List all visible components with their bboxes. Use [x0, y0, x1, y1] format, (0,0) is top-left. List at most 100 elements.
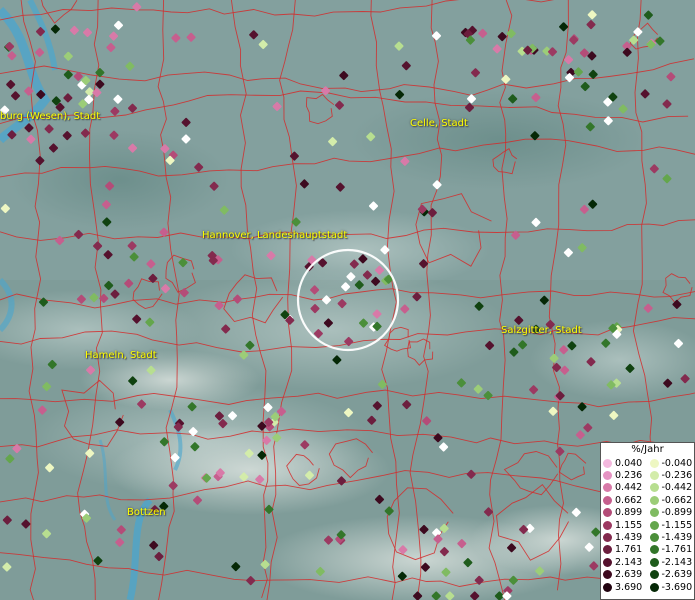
measurement-point[interactable]: [456, 378, 466, 388]
measurement-point[interactable]: [264, 504, 274, 514]
measurement-point[interactable]: [45, 463, 55, 473]
measurement-point[interactable]: [50, 24, 60, 34]
measurement-point[interactable]: [530, 131, 540, 141]
measurement-point[interactable]: [63, 93, 73, 103]
measurement-point[interactable]: [115, 537, 125, 547]
measurement-point[interactable]: [127, 103, 138, 113]
measurement-point[interactable]: [483, 390, 493, 401]
measurement-point[interactable]: [35, 156, 45, 166]
measurement-point[interactable]: [272, 101, 282, 112]
measurement-point[interactable]: [511, 230, 521, 240]
measurement-point[interactable]: [413, 591, 423, 600]
measurement-point[interactable]: [474, 575, 484, 585]
measurement-point[interactable]: [12, 444, 22, 454]
measurement-point[interactable]: [575, 430, 585, 440]
measurement-point[interactable]: [106, 42, 116, 53]
measurement-point[interactable]: [573, 67, 583, 77]
measurement-point[interactable]: [260, 559, 270, 570]
measurement-point[interactable]: [622, 47, 632, 57]
measurement-point[interactable]: [663, 378, 673, 388]
measurement-point[interactable]: [0, 203, 10, 214]
measurement-point[interactable]: [36, 89, 46, 100]
measurement-point[interactable]: [95, 79, 105, 89]
measurement-point[interactable]: [63, 51, 73, 61]
measurement-point[interactable]: [2, 562, 12, 572]
measurement-point[interactable]: [569, 35, 579, 45]
measurement-point[interactable]: [178, 258, 188, 268]
measurement-point[interactable]: [518, 340, 528, 350]
measurement-point[interactable]: [24, 123, 34, 133]
measurement-point[interactable]: [366, 132, 376, 142]
measurement-point[interactable]: [47, 359, 57, 370]
measurement-point[interactable]: [419, 524, 429, 535]
measurement-point[interactable]: [113, 20, 124, 30]
measurement-point[interactable]: [343, 408, 354, 418]
measurement-point[interactable]: [128, 143, 138, 153]
measurement-point[interactable]: [146, 365, 156, 375]
measurement-point[interactable]: [577, 243, 587, 253]
measurement-point[interactable]: [99, 293, 109, 303]
measurement-point[interactable]: [110, 106, 120, 116]
measurement-point[interactable]: [367, 415, 377, 425]
measurement-point[interactable]: [160, 144, 170, 154]
measurement-point[interactable]: [559, 345, 569, 355]
measurement-point[interactable]: [323, 535, 334, 545]
measurement-point[interactable]: [358, 318, 369, 328]
measurement-point[interactable]: [577, 402, 587, 412]
measurement-point[interactable]: [148, 273, 158, 283]
measurement-point[interactable]: [549, 353, 559, 363]
measurement-point[interactable]: [5, 41, 15, 52]
measurement-point[interactable]: [137, 399, 147, 409]
measurement-point[interactable]: [368, 201, 379, 211]
measurement-point[interactable]: [128, 376, 138, 386]
measurement-point[interactable]: [625, 363, 635, 373]
measurement-point[interactable]: [231, 562, 241, 572]
measurement-point[interactable]: [400, 156, 410, 166]
measurement-point[interactable]: [398, 545, 408, 555]
measurement-point[interactable]: [124, 278, 134, 288]
measurement-point[interactable]: [38, 297, 49, 307]
measurement-point[interactable]: [63, 70, 73, 80]
measurement-point[interactable]: [74, 229, 84, 240]
measurement-point[interactable]: [188, 427, 198, 437]
measurement-point[interactable]: [643, 303, 653, 313]
measurement-point[interactable]: [7, 51, 17, 61]
measurement-point[interactable]: [300, 440, 310, 450]
measurement-point[interactable]: [672, 299, 682, 309]
measurement-point[interactable]: [116, 525, 126, 535]
measurement-point[interactable]: [266, 251, 276, 261]
measurement-point[interactable]: [588, 199, 598, 209]
measurement-point[interactable]: [181, 134, 191, 144]
measurement-point[interactable]: [170, 453, 180, 463]
measurement-point[interactable]: [662, 174, 672, 184]
measurement-point[interactable]: [441, 567, 451, 577]
measurement-point[interactable]: [89, 293, 99, 303]
measurement-point[interactable]: [508, 575, 518, 585]
measurement-point[interactable]: [552, 362, 562, 373]
measurement-point[interactable]: [179, 288, 189, 298]
measurement-point[interactable]: [427, 208, 437, 218]
measurement-point[interactable]: [187, 402, 197, 412]
measurement-point[interactable]: [337, 299, 347, 309]
measurement-point[interactable]: [457, 539, 467, 549]
measurement-point[interactable]: [289, 151, 299, 161]
measurement-point[interactable]: [584, 542, 594, 552]
measurement-point[interactable]: [104, 280, 114, 291]
measurement-point[interactable]: [680, 374, 690, 384]
measurement-point[interactable]: [315, 566, 325, 577]
measurement-point[interactable]: [95, 68, 105, 78]
measurement-point[interactable]: [6, 79, 16, 90]
measurement-point[interactable]: [473, 384, 483, 394]
measurement-point[interactable]: [145, 317, 155, 327]
measurement-point[interactable]: [85, 448, 95, 458]
measurement-point[interactable]: [483, 507, 494, 517]
measurement-point[interactable]: [354, 280, 364, 290]
measurement-point[interactable]: [113, 94, 123, 104]
measurement-point[interactable]: [519, 524, 529, 535]
measurement-point[interactable]: [580, 81, 590, 92]
measurement-point[interactable]: [509, 347, 519, 357]
measurement-point[interactable]: [400, 304, 410, 314]
measurement-point[interactable]: [105, 181, 115, 191]
measurement-point[interactable]: [44, 124, 54, 134]
measurement-point[interactable]: [299, 179, 309, 189]
